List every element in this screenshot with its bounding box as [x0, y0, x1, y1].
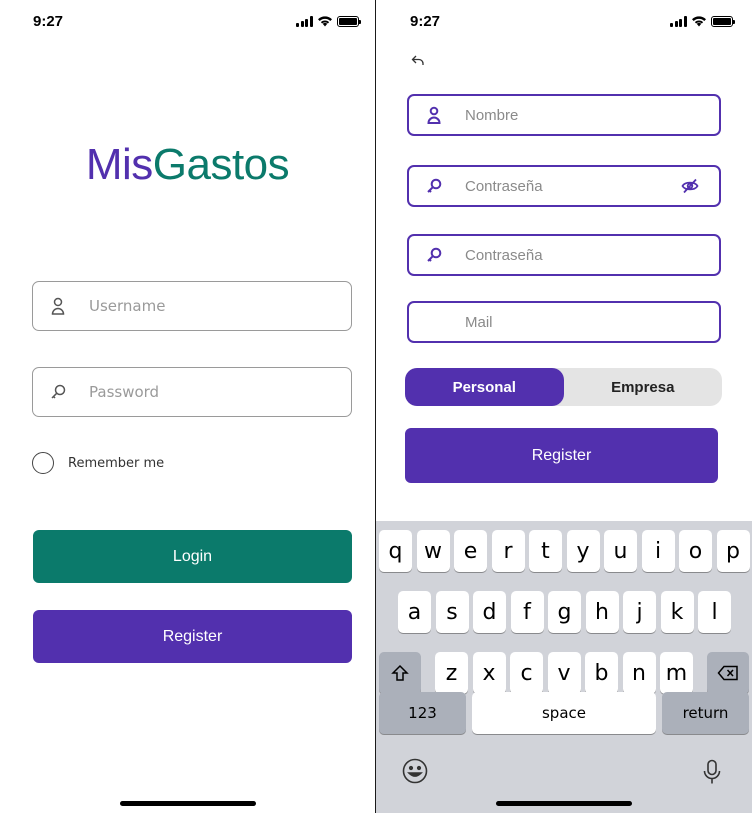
segment-personal[interactable]: Personal	[405, 368, 564, 406]
numbers-key[interactable]: 123	[379, 692, 466, 734]
password-input[interactable]	[89, 383, 329, 401]
return-key[interactable]: return	[662, 692, 749, 734]
key-k[interactable]: k	[660, 591, 694, 633]
home-indicator	[496, 801, 632, 806]
password-field[interactable]	[407, 165, 721, 207]
emoji-icon[interactable]	[402, 758, 428, 789]
delete-icon	[717, 665, 738, 681]
status-time: 9:27	[33, 13, 64, 30]
battery-icon	[710, 15, 735, 27]
key-j[interactable]: j	[623, 591, 656, 633]
key-d[interactable]: d	[473, 591, 506, 633]
segment-empresa[interactable]: Empresa	[564, 368, 723, 406]
home-indicator	[120, 801, 256, 806]
status-icons	[296, 15, 361, 27]
key-w[interactable]: w	[416, 530, 450, 572]
key-t[interactable]: t	[529, 530, 562, 572]
key-icon	[409, 178, 459, 194]
register-screen: 9:27 Personal Empresa Regist	[376, 0, 752, 813]
username-field[interactable]	[32, 281, 352, 331]
password-field[interactable]	[32, 367, 352, 417]
mail-field[interactable]	[407, 301, 721, 343]
key-m[interactable]: m	[660, 652, 693, 694]
key-r[interactable]: r	[491, 530, 525, 572]
key-h[interactable]: h	[585, 591, 619, 633]
person-icon	[33, 297, 83, 315]
app-logo: MisGastos	[85, 140, 290, 189]
key-icon	[33, 384, 83, 400]
key-b[interactable]: b	[585, 652, 618, 694]
delete-key[interactable]	[707, 652, 749, 694]
wifi-icon	[317, 16, 332, 27]
signal-icon	[296, 15, 313, 27]
key-g[interactable]: g	[548, 591, 581, 633]
login-screen: 9:27 MisGastos Remember me Login Registe…	[0, 0, 375, 813]
key-x[interactable]: x	[472, 652, 506, 694]
key-o[interactable]: o	[679, 530, 712, 572]
person-icon	[409, 106, 459, 124]
login-button[interactable]: Login	[33, 530, 352, 583]
key-l[interactable]: l	[698, 591, 731, 633]
battery-icon	[336, 15, 361, 27]
key-f[interactable]: f	[510, 591, 544, 633]
key-p[interactable]: p	[716, 530, 750, 572]
remember-label: Remember me	[68, 455, 165, 471]
register-button[interactable]: Register	[405, 428, 718, 483]
signal-icon	[670, 15, 687, 27]
keyboard: qwertyuiop asdfghjkl zxcvbnm 123 space r…	[376, 521, 752, 813]
remember-me[interactable]: Remember me	[32, 452, 164, 474]
key-c[interactable]: c	[510, 652, 543, 694]
username-input[interactable]	[89, 297, 329, 315]
key-s[interactable]: s	[435, 591, 469, 633]
shift-key[interactable]	[379, 652, 421, 694]
status-time: 9:27	[410, 13, 441, 30]
key-q[interactable]: q	[379, 530, 412, 572]
key-v[interactable]: v	[547, 652, 581, 694]
eye-slash-icon[interactable]	[681, 178, 699, 199]
key-i[interactable]: i	[641, 530, 675, 572]
name-input[interactable]	[465, 106, 665, 124]
wifi-icon	[691, 16, 706, 27]
password-input[interactable]	[465, 177, 665, 195]
back-icon[interactable]	[410, 52, 426, 68]
status-icons	[670, 15, 735, 27]
password-confirm-field[interactable]	[407, 234, 721, 276]
register-button[interactable]: Register	[33, 610, 352, 663]
key-a[interactable]: a	[398, 591, 431, 633]
space-key[interactable]: space	[472, 692, 656, 734]
key-icon	[409, 247, 459, 263]
account-type-segment[interactable]: Personal Empresa	[405, 368, 722, 406]
key-u[interactable]: u	[604, 530, 637, 572]
name-field[interactable]	[407, 94, 721, 136]
shift-icon	[391, 664, 409, 681]
mail-input[interactable]	[465, 313, 665, 331]
remember-radio[interactable]	[32, 452, 54, 474]
key-e[interactable]: e	[454, 530, 487, 572]
key-y[interactable]: y	[566, 530, 600, 572]
password-confirm-input[interactable]	[465, 246, 665, 264]
mic-icon[interactable]	[703, 759, 721, 790]
key-n[interactable]: n	[622, 652, 656, 694]
key-z[interactable]: z	[435, 652, 468, 694]
